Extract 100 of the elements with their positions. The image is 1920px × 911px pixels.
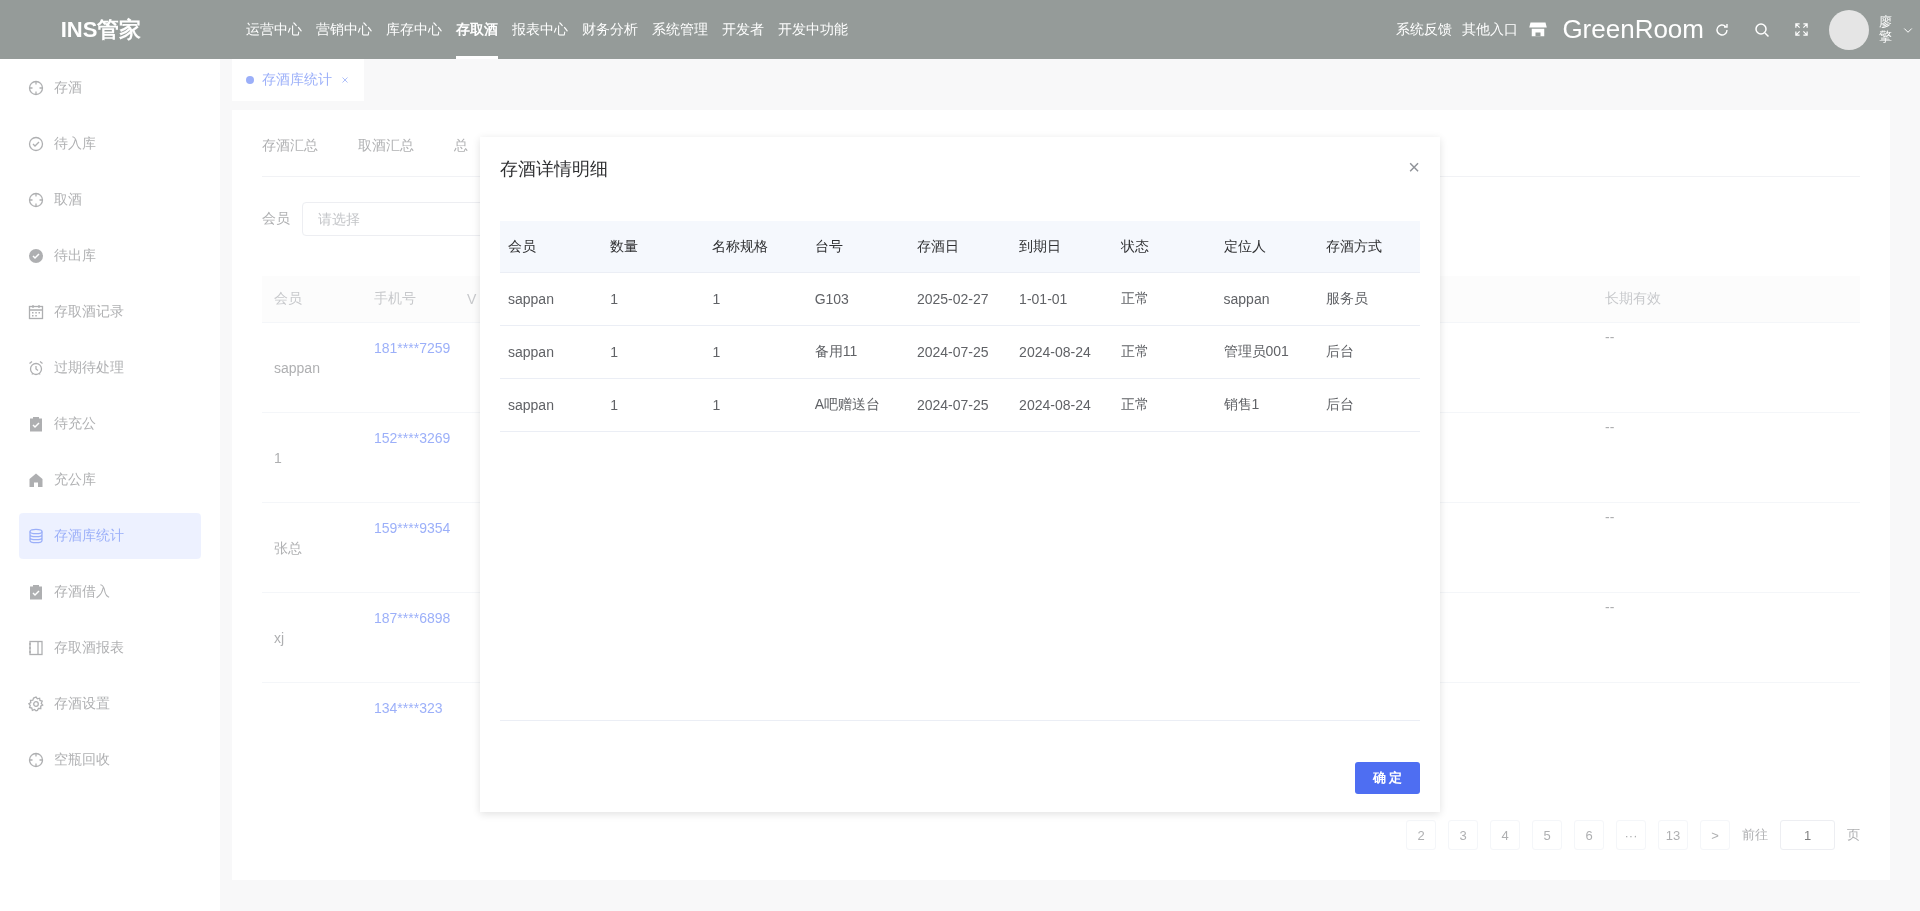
column-header: 名称规格 (711, 237, 769, 256)
page-input[interactable]: 1 (1780, 820, 1835, 850)
next-page-button[interactable]: > (1700, 820, 1730, 850)
page-button[interactable]: 13 (1658, 820, 1688, 850)
sidebar-item[interactable]: 存酒设置 (19, 681, 201, 727)
sidebar-item[interactable]: 待出库 (19, 233, 201, 279)
table-cell-text: 2024-07-25 (915, 344, 989, 360)
calendar-icon (28, 304, 44, 320)
dialog-title: 存酒详情明细 (500, 158, 608, 181)
nav-item[interactable]: 开发中功能 (778, 0, 848, 59)
page-button[interactable]: 5 (1532, 820, 1562, 850)
table-cell-text: xj (273, 629, 285, 648)
table-cell-text: 1 (609, 397, 618, 413)
alarm-clock-icon (28, 360, 44, 376)
table-cell-text: sappan (507, 291, 554, 307)
phone-link[interactable]: 152****3269 (374, 419, 454, 458)
sidebar-item[interactable]: 待入库 (19, 121, 201, 167)
sidebar-item[interactable]: 存酒库统计 (19, 513, 201, 559)
user-name[interactable]: 廖擎 (1879, 15, 1892, 44)
page-tab[interactable]: 存酒库统计 (232, 59, 364, 101)
fullscreen-icon[interactable] (1794, 22, 1809, 37)
nav-item[interactable]: 库存中心 (386, 0, 442, 59)
table-cell-text: 1 (711, 344, 721, 360)
content-tab[interactable]: 存酒汇总 (262, 137, 318, 155)
app-logo: INS管家 (59, 15, 143, 44)
table-cell-text: 正常 (1120, 396, 1150, 414)
table-cell-text: G103 (813, 291, 849, 307)
nav-item[interactable]: 开发者 (722, 0, 764, 59)
column-header: 存酒日 (915, 237, 959, 256)
sidebar-item[interactable]: 存酒 (19, 65, 201, 111)
table-cell-text: 服务员 (1324, 290, 1368, 308)
table-cell-text: 2024-07-25 (915, 397, 989, 413)
gear-icon (28, 696, 44, 712)
clipboard-check-icon (28, 416, 44, 432)
content-tab[interactable]: 总 (454, 137, 468, 155)
table-cell-text: 张总 (273, 539, 302, 558)
phone-link[interactable]: 187****6898 (374, 599, 454, 638)
table-cell-text: 1 (273, 449, 282, 468)
table-cell-text: 1 (711, 291, 721, 307)
table-cell-text: 2024-08-24 (1018, 344, 1091, 360)
refresh-icon[interactable] (1714, 21, 1730, 38)
table-cell-text: 正常 (1120, 343, 1150, 361)
nav-item[interactable]: 运营中心 (246, 0, 302, 59)
sidebar-item[interactable]: 存取酒记录 (19, 289, 201, 335)
close-button[interactable]: × (1408, 157, 1420, 177)
table-cell-text: sappan (1222, 291, 1270, 307)
sidebar-item[interactable]: 取酒 (19, 177, 201, 223)
table-cell-text: -- (1604, 509, 1615, 525)
column-header: 台号 (813, 237, 843, 256)
table-cell-text: -- (1604, 329, 1615, 345)
search-icon[interactable] (1754, 21, 1770, 38)
table-cell-text: 2024-08-24 (1018, 397, 1091, 413)
house-icon (28, 472, 44, 488)
crosshair-icon (28, 192, 44, 208)
nav-item[interactable]: 报表中心 (512, 0, 568, 59)
header-link[interactable]: 其他入口 (1462, 20, 1519, 39)
table-cell-text: 备用11 (813, 343, 858, 361)
notebook-icon (28, 640, 44, 656)
table-cell-text: 2025-02-27 (915, 291, 989, 307)
content-tab[interactable]: 取酒汇总 (358, 137, 414, 155)
crosshair-icon (28, 752, 44, 768)
page-button[interactable]: 6 (1574, 820, 1604, 850)
table-cell-text: sappan (507, 344, 554, 360)
close-icon[interactable] (340, 75, 350, 85)
sidebar-item[interactable]: 充公库 (19, 457, 201, 503)
table-cell-text: 后台 (1324, 396, 1354, 414)
page-button[interactable]: ··· (1616, 820, 1646, 850)
column-header: 存酒方式 (1324, 237, 1382, 256)
column-header: 定位人 (1222, 237, 1266, 256)
page-button[interactable]: 2 (1406, 820, 1436, 850)
sidebar-item[interactable]: 存取酒报表 (19, 625, 201, 671)
table-cell-text: 1 (609, 344, 618, 360)
phone-link[interactable]: 181****7259 (374, 329, 454, 368)
table-cell-text: -- (1604, 599, 1615, 615)
table-cell-text: 1-01-01 (1018, 291, 1068, 307)
table-cell-text: 1 (609, 291, 618, 307)
header-link[interactable]: 系统反馈 (1396, 20, 1453, 39)
page-button[interactable]: 3 (1448, 820, 1478, 850)
check-circle-icon (28, 248, 44, 264)
sidebar-item[interactable]: 存酒借入 (19, 569, 201, 615)
table-cell-text: -- (1604, 419, 1615, 435)
clipboard-check-icon (28, 584, 44, 600)
nav-item[interactable]: 营销中心 (316, 0, 372, 59)
confirm-button[interactable]: 确 定 (1355, 762, 1420, 794)
nav-item[interactable]: 系统管理 (652, 0, 708, 59)
column-header: 数量 (609, 237, 639, 256)
sidebar-item[interactable]: 空瓶回收 (19, 737, 201, 783)
table-cell-text: sappan (273, 359, 320, 378)
nav-item[interactable]: 存取酒 (456, 0, 498, 59)
store-name[interactable]: GreenRoom (1562, 14, 1704, 45)
phone-link[interactable]: 134****323 (374, 689, 454, 728)
sidebar-item[interactable]: 过期待处理 (19, 345, 201, 391)
nav-item[interactable]: 财务分析 (582, 0, 638, 59)
phone-link[interactable]: 159****9354 (374, 509, 454, 548)
crosshair-icon (28, 80, 44, 96)
table-cell-text: 正常 (1120, 290, 1150, 308)
avatar-placeholder[interactable] (1829, 9, 1869, 50)
column-header: 会员 (507, 237, 536, 256)
sidebar-item[interactable]: 待充公 (19, 401, 201, 447)
page-button[interactable]: 4 (1490, 820, 1520, 850)
